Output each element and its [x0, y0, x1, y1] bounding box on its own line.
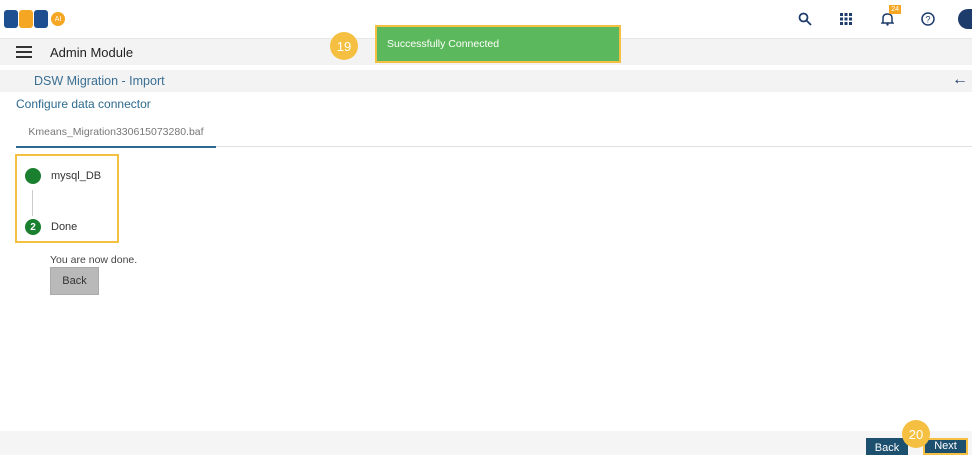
step-label: Done	[51, 221, 78, 233]
bdb-logo[interactable]: AI	[4, 6, 65, 32]
footer-bar	[0, 431, 972, 455]
back-button[interactable]: Back	[50, 267, 99, 295]
page-title: DSW Migration - Import	[34, 74, 165, 88]
configure-connector-label: Configure data connector	[16, 97, 151, 111]
footer-back-button[interactable]: Back	[866, 438, 908, 455]
done-message: You are now done.	[50, 254, 138, 266]
next-button[interactable]: Next	[923, 438, 968, 455]
module-title: Admin Module	[50, 44, 134, 60]
search-icon[interactable]	[795, 9, 815, 29]
callout-badge: 19	[330, 32, 358, 60]
page-header: DSW Migration - Import ←	[0, 70, 972, 92]
stepper: mysql_DB 2 Done	[15, 154, 119, 243]
avatar[interactable]	[958, 9, 972, 29]
notification-count: 24	[889, 5, 901, 14]
tab-divider	[216, 146, 972, 147]
ai-badge: AI	[51, 12, 65, 26]
callout-badge: 20	[902, 420, 930, 448]
apps-grid-icon[interactable]	[836, 9, 856, 29]
step-indicator: 2	[25, 219, 41, 235]
bell-icon[interactable]: 24	[877, 5, 901, 29]
file-tab[interactable]: Kmeans_Migration330615073280.baf	[16, 118, 216, 148]
hamburger-menu-icon[interactable]	[16, 46, 32, 58]
step-mysql-db[interactable]: mysql_DB	[25, 168, 101, 184]
back-arrow-icon[interactable]: ←	[952, 71, 968, 89]
svg-text:?: ?	[925, 15, 930, 25]
top-icons: 24 ?	[774, 0, 972, 38]
step-label: mysql_DB	[51, 170, 102, 182]
help-icon[interactable]: ?	[918, 9, 938, 29]
success-toast: Successfully Connected	[375, 25, 621, 63]
step-done[interactable]: 2 Done	[25, 219, 77, 235]
step-connector	[32, 190, 33, 216]
step-indicator	[25, 168, 41, 184]
